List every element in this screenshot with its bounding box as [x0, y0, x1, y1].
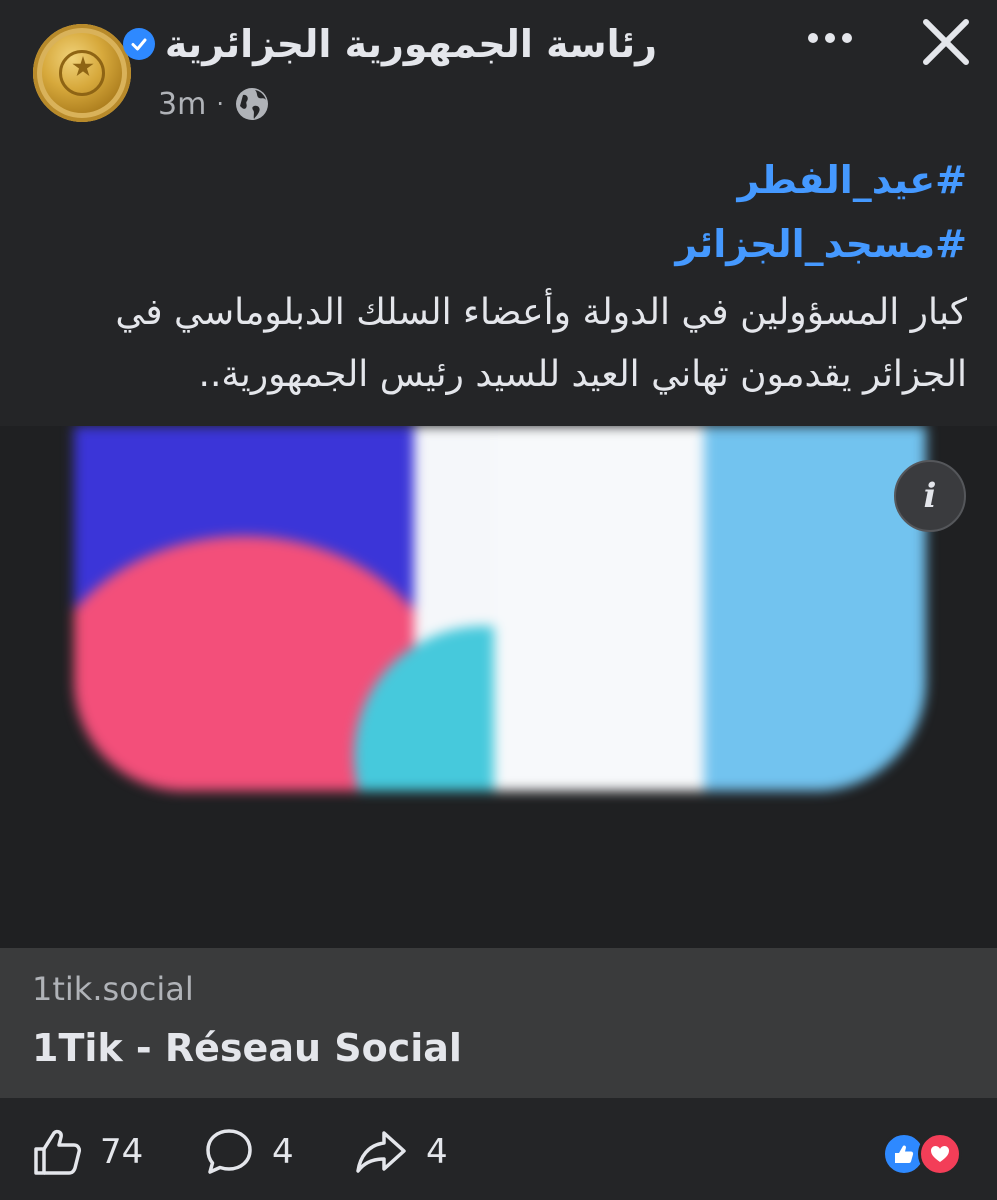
post-text: #عيد_الفطر #مسجد_الجزائر كبار المسؤولين … [27, 148, 967, 406]
seal-emblem [59, 50, 105, 96]
share-count: 4 [426, 1132, 448, 1172]
comment-bubble-icon [206, 1129, 252, 1174]
link-title: 1Tik - Réseau Social [32, 1026, 462, 1070]
link-preview[interactable]: 1tik.social 1Tik - Réseau Social [0, 948, 997, 1098]
globe-icon [234, 86, 270, 122]
share-button[interactable]: 4 [352, 1122, 448, 1182]
post-time[interactable]: 3m [158, 87, 206, 122]
page-name-row: رئاسة الجمهورية الجزائرية [122, 16, 657, 72]
share-arrow-icon [356, 1131, 406, 1173]
more-options-button[interactable] [800, 18, 860, 58]
thumbs-up-icon [34, 1129, 81, 1175]
link-media[interactable]: i [0, 426, 997, 948]
meta-separator: · [216, 90, 224, 118]
page-avatar[interactable] [33, 24, 131, 122]
info-button[interactable]: i [894, 460, 966, 532]
verified-badge-icon [122, 28, 155, 60]
reaction-summary[interactable] [882, 1132, 972, 1176]
close-button[interactable] [916, 14, 976, 70]
close-icon [923, 19, 969, 65]
link-domain: 1tik.social [32, 970, 194, 1008]
love-reaction-icon [918, 1132, 962, 1176]
info-icon: i [923, 476, 937, 516]
page-name[interactable]: رئاسة الجمهورية الجزائرية [165, 22, 657, 66]
like-count: 74 [100, 1132, 144, 1172]
hashtag-link[interactable]: #عيد_الفطر [27, 148, 967, 212]
like-button[interactable]: 74 [30, 1122, 143, 1182]
comment-button[interactable]: 4 [202, 1122, 294, 1182]
post-meta: 3m · [158, 82, 270, 126]
link-thumbnail-image [74, 426, 926, 791]
post-card: رئاسة الجمهورية الجزائرية 3m · #عيد_الفط… [0, 0, 997, 1200]
action-bar: 74 4 4 [0, 1098, 997, 1200]
post-header: رئاسة الجمهورية الجزائرية 3m · [0, 0, 997, 140]
more-dots-icon [808, 33, 818, 43]
more-dots-icon [842, 33, 852, 43]
post-message: كبار المسؤولين في الدولة وأعضاء السلك ال… [115, 292, 967, 395]
comment-count: 4 [272, 1132, 294, 1172]
more-dots-icon [825, 33, 835, 43]
hashtag-link[interactable]: #مسجد_الجزائر [27, 212, 967, 276]
